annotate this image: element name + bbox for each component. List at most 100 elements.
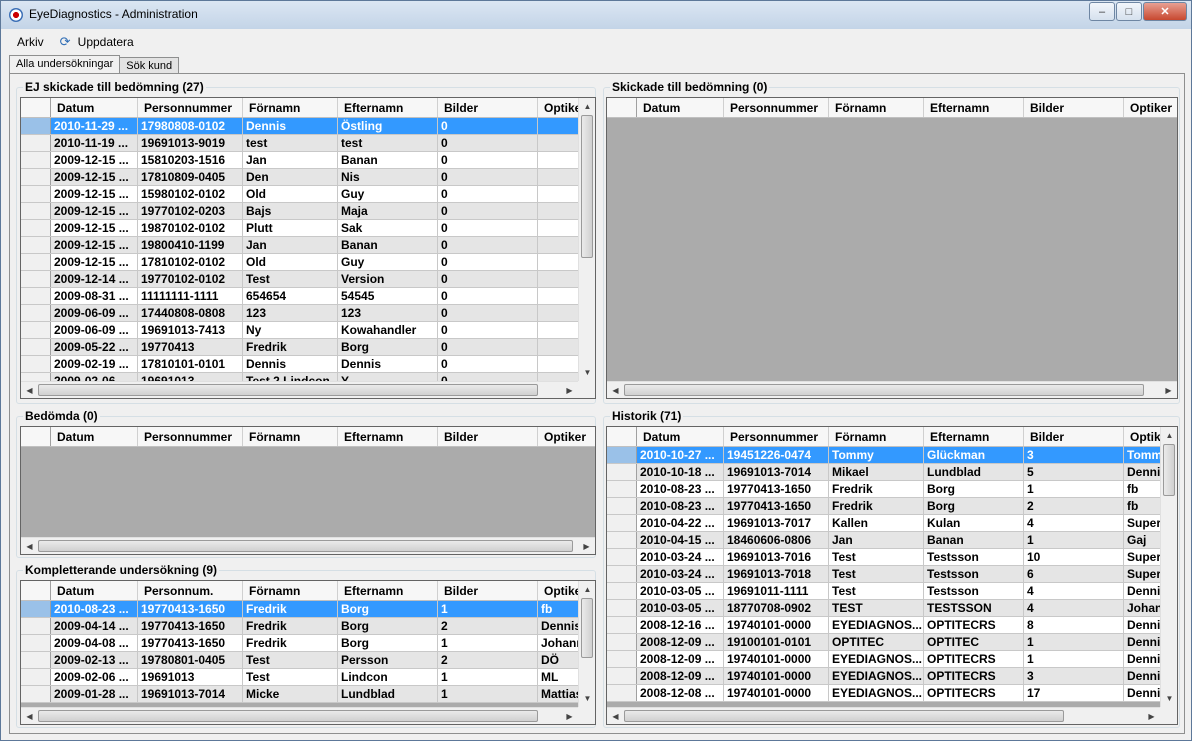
column-header[interactable]: Datum — [637, 98, 724, 117]
table-row[interactable]: 2010-03-05 ... 19691011-1111 Test Testsson 4… — [607, 583, 1160, 600]
grid-kompletterande[interactable]: Datum Personnum. Förnamn Efternamn Bilder Opt… — [20, 580, 596, 725]
table-row[interactable]: 2009-12-15 ... 15810203-1516 Jan Banan 0 — [21, 152, 578, 169]
scroll-thumb[interactable] — [581, 598, 593, 658]
column-header[interactable]: Datum — [637, 427, 724, 446]
row-selector[interactable] — [21, 373, 51, 381]
table-row[interactable]: 2009-02-06 ... 19691013 Test Lindcon 1 ML — [21, 669, 578, 686]
row-selector[interactable] — [21, 322, 51, 338]
menu-arkiv[interactable]: Arkiv — [9, 32, 52, 52]
column-header[interactable]: Förnamn — [243, 427, 338, 446]
column-header[interactable]: Datum — [51, 98, 138, 117]
tab-alla-undersokningar[interactable]: Alla undersökningar — [9, 55, 121, 74]
scroll-right-icon[interactable]: ▶ — [1161, 383, 1176, 398]
row-selector[interactable] — [21, 203, 51, 219]
scroll-left-icon[interactable]: ◀ — [22, 539, 37, 554]
table-row[interactable]: 2010-03-24 ... 19691013-7018 Test Testsson 6… — [607, 566, 1160, 583]
table-row[interactable]: 2009-12-15 ... 19870102-0102 Plutt Sak 0 — [21, 220, 578, 237]
column-header[interactable]: Personnummer — [138, 427, 243, 446]
grid-bedomda[interactable]: Datum Personnummer Förnamn Efternamn Bilder O… — [20, 426, 596, 555]
menu-uppdatera[interactable]: ⟳ Uppdatera — [52, 32, 142, 52]
horizontal-scrollbar[interactable]: ◀ ▶ — [21, 707, 578, 724]
scroll-left-icon[interactable]: ◀ — [22, 383, 37, 398]
table-row[interactable]: 2008-12-09 ... 19100101-0101 OPTITEC OPTITE… — [607, 634, 1160, 651]
title-bar[interactable]: EyeDiagnostics - Administration – □ ✕ — [1, 1, 1191, 29]
tab-sok-kund[interactable]: Sök kund — [119, 57, 180, 74]
row-selector[interactable] — [21, 118, 51, 134]
scroll-right-icon[interactable]: ▶ — [579, 539, 594, 554]
scroll-thumb[interactable] — [624, 710, 1064, 722]
scroll-down-icon[interactable]: ▼ — [1162, 691, 1177, 706]
table-row[interactable]: 2010-08-23 ... 19770413-1650 Fredrik Borg 2 f… — [607, 498, 1160, 515]
column-header[interactable]: Bilder — [438, 98, 538, 117]
table-row[interactable]: 2009-12-15 ... 19770102-0203 Bajs Maja 0 — [21, 203, 578, 220]
column-header[interactable]: Efternamn — [924, 427, 1024, 446]
table-row[interactable]: 2009-01-28 ... 19691013-7014 Micke Lundblad… — [21, 686, 578, 703]
scroll-thumb[interactable] — [581, 115, 593, 258]
column-header[interactable]: Optiker — [1124, 98, 1177, 117]
table-row[interactable]: 2008-12-08 ... 19740101-0000 EYEDIAGNOS...… — [607, 685, 1160, 702]
horizontal-scrollbar[interactable]: ◀ ▶ — [21, 537, 595, 554]
scroll-left-icon[interactable]: ◀ — [608, 709, 623, 724]
scroll-right-icon[interactable]: ▶ — [1144, 709, 1159, 724]
scroll-thumb[interactable] — [38, 384, 538, 396]
scroll-down-icon[interactable]: ▼ — [580, 691, 595, 706]
scroll-up-icon[interactable]: ▲ — [1162, 428, 1177, 443]
column-header[interactable]: Efternamn — [924, 98, 1024, 117]
column-header[interactable]: Bilder — [438, 581, 538, 600]
row-selector[interactable] — [607, 685, 637, 701]
row-selector[interactable] — [607, 515, 637, 531]
row-selector[interactable] — [21, 288, 51, 304]
horizontal-scrollbar[interactable]: ◀ ▶ — [607, 707, 1160, 724]
table-row[interactable]: 2008-12-09 ... 19740101-0000 EYEDIAGNOS...… — [607, 651, 1160, 668]
grid-ej-skickade[interactable]: Datum Personnummer Förnamn Efternamn Bilder O… — [20, 97, 596, 399]
column-header[interactable]: Optiker — [538, 427, 595, 446]
table-row[interactable]: 2010-10-18 ... 19691013-7014 Mikael Lundbla… — [607, 464, 1160, 481]
table-row[interactable]: 2010-03-05 ... 18770708-0902 TEST TESTSSON 4… — [607, 600, 1160, 617]
scroll-thumb[interactable] — [38, 710, 538, 722]
row-selector[interactable] — [607, 464, 637, 480]
vertical-scrollbar[interactable]: ▲ ▼ — [578, 98, 595, 381]
row-selector[interactable] — [21, 152, 51, 168]
row-selector[interactable] — [21, 169, 51, 185]
table-row[interactable]: 2010-11-29 ... 17980808-0102 Dennis Östling… — [21, 118, 578, 135]
table-row[interactable]: 2009-12-15 ... 17810809-0405 Den Nis 0 — [21, 169, 578, 186]
table-row[interactable]: 2010-03-24 ... 19691013-7016 Test Testsson 1… — [607, 549, 1160, 566]
row-selector[interactable] — [607, 634, 637, 650]
column-header[interactable]: Bilder — [1024, 98, 1124, 117]
row-selector[interactable] — [21, 271, 51, 287]
column-header[interactable]: Personnummer — [724, 98, 829, 117]
row-selector[interactable] — [21, 254, 51, 270]
table-row[interactable]: 2009-02-19 ... 17810101-0101 Dennis Dennis 0 — [21, 356, 578, 373]
close-button[interactable]: ✕ — [1143, 2, 1187, 21]
row-selector[interactable] — [607, 617, 637, 633]
column-header[interactable]: Personnum. — [138, 581, 243, 600]
column-header[interactable]: Optiker — [538, 98, 578, 117]
column-header[interactable]: Optiker — [538, 581, 578, 600]
row-selector[interactable] — [607, 447, 637, 463]
row-selector[interactable] — [607, 583, 637, 599]
scroll-thumb[interactable] — [38, 540, 573, 552]
vertical-scrollbar[interactable]: ▲ ▼ — [578, 581, 595, 707]
scroll-left-icon[interactable]: ◀ — [22, 709, 37, 724]
table-row[interactable]: 2008-12-09 ... 19740101-0000 EYEDIAGNOS...… — [607, 668, 1160, 685]
column-header[interactable]: Personnummer — [138, 98, 243, 117]
table-row[interactable]: 2009-06-09 ... 17440808-0808 123 123 0 — [21, 305, 578, 322]
column-header[interactable]: Bilder — [1024, 427, 1124, 446]
table-row[interactable]: 2009-12-14 ... 19770102-0102 Test Version 0 — [21, 271, 578, 288]
scroll-thumb[interactable] — [1163, 444, 1175, 496]
row-selector[interactable] — [607, 668, 637, 684]
row-selector[interactable] — [21, 356, 51, 372]
column-header[interactable]: Efternamn — [338, 581, 438, 600]
vertical-scrollbar[interactable]: ▲ ▼ — [1160, 427, 1177, 707]
row-selector[interactable] — [21, 601, 51, 617]
row-selector[interactable] — [21, 669, 51, 685]
row-selector[interactable] — [21, 186, 51, 202]
table-row[interactable]: 2009-02-13 ... 19780801-0405 Test Persson 2 D… — [21, 652, 578, 669]
horizontal-scrollbar[interactable]: ◀ ▶ — [607, 381, 1177, 398]
column-header[interactable]: Förnamn — [829, 427, 924, 446]
table-row[interactable]: 2009-06-09 ... 19691013-7413 Ny Kowahandler… — [21, 322, 578, 339]
table-row[interactable]: 2009-04-14 ... 19770413-1650 Fredrik Borg 2 D… — [21, 618, 578, 635]
column-header[interactable]: Datum — [51, 427, 138, 446]
table-row[interactable]: 2009-12-15 ... 15980102-0102 Old Guy 0 — [21, 186, 578, 203]
column-header[interactable]: Datum — [51, 581, 138, 600]
